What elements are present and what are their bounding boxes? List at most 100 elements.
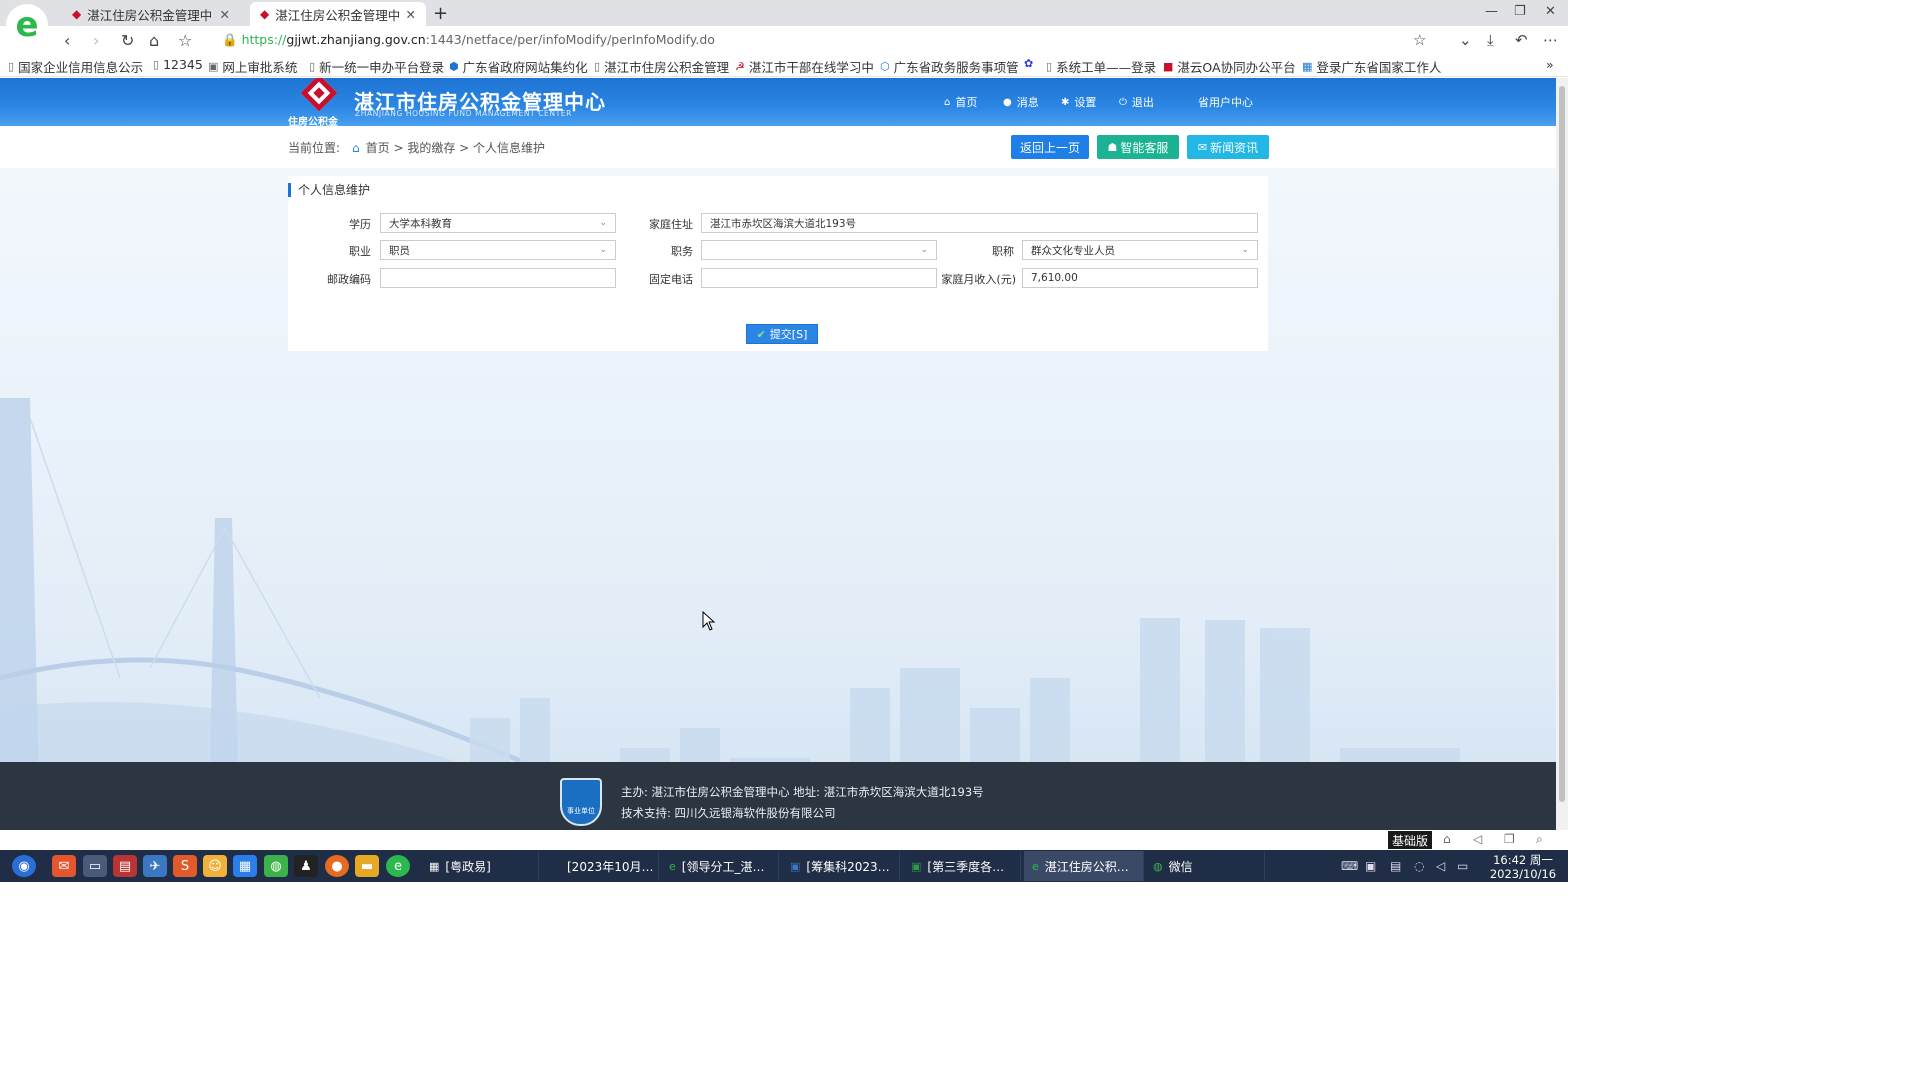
shield-icon[interactable]: ⌂	[1443, 832, 1451, 846]
close-tab-icon[interactable]: ✕	[220, 7, 230, 22]
position-select[interactable]: ⌄	[701, 240, 937, 260]
window-icon[interactable]: ❐	[1504, 832, 1515, 846]
app-icon-mail[interactable]: ✉	[52, 855, 76, 877]
restore-icon[interactable]: ❐	[1514, 4, 1526, 19]
bookmark-item[interactable]: ▦ 登录广东省国家工作人	[1302, 57, 1441, 76]
url-host: gjjwt.zhanjiang.gov.cn	[286, 32, 426, 47]
nav-home[interactable]: ⌂ 首页	[944, 94, 977, 110]
menu-icon[interactable]: ⋯	[1543, 31, 1558, 49]
taskbar-task[interactable]: ◍ 微信	[1145, 851, 1265, 881]
bookmark-item[interactable]: ▣ 网上审批系统	[208, 57, 297, 76]
url-path: :1443/netface/per/infoModify/perInfoModi…	[425, 32, 715, 47]
url-field[interactable]: 🔒 https://gjjwt.zhanjiang.gov.cn:1443/net…	[222, 32, 715, 48]
browser-logo-icon[interactable]: e	[6, 4, 48, 46]
close-tab-icon[interactable]: ✕	[406, 7, 416, 22]
button-label: 新闻资讯	[1210, 140, 1259, 155]
phone-input[interactable]	[701, 268, 937, 288]
word-doc-icon: ▣	[790, 859, 801, 873]
breadcrumb-path[interactable]: 首页 > 我的缴存 > 个人信息维护	[366, 139, 545, 156]
user-icon: ☗	[1107, 140, 1118, 154]
new-tab-button[interactable]: +	[433, 3, 448, 24]
wechat-icon[interactable]: ◍	[264, 855, 288, 877]
bookmark-item[interactable]: ▯ 12345	[153, 57, 203, 72]
site-logo[interactable]: 住房公积金	[288, 78, 350, 128]
nav-settings[interactable]: ✱ 设置	[1061, 94, 1096, 110]
occupation-select[interactable]: 职员 ⌄	[380, 240, 616, 260]
title-rank-select[interactable]: 群众文化专业人员 ⌄	[1022, 240, 1258, 260]
home-icon[interactable]: ⌂	[352, 141, 360, 155]
bookmark-item[interactable]: ⬡ 广东省政务服务事项管	[880, 57, 1019, 76]
app-icon-grid[interactable]: ▦	[233, 855, 257, 877]
folder-icon[interactable]: ▬	[355, 855, 379, 877]
app-icon-person[interactable]: ☺	[203, 855, 227, 877]
taskbar-task[interactable]: ▦ [粤政易]	[421, 851, 539, 881]
public-institution-emblem[interactable]: 事业单位	[560, 778, 602, 826]
taskbar-task[interactable]: [2023年10月…	[541, 851, 659, 881]
nav-messages[interactable]: ● 消息	[1003, 94, 1039, 110]
url-scheme: https://	[241, 32, 287, 47]
browser-tab[interactable]: ◆ 湛江住房公积金管理中 ✕	[62, 2, 240, 26]
bookmark-item[interactable]: ■ 湛云OA协同办公平台	[1163, 57, 1296, 76]
keyboard-icon[interactable]: ⌨	[1341, 859, 1358, 873]
bookmark-item[interactable]: ▯ 国家企业信用信息公示	[8, 57, 143, 76]
bookmark-item[interactable]: ☭ 湛江市干部在线学习中	[735, 57, 874, 76]
firefox-icon[interactable]: ●	[325, 855, 349, 877]
home-icon[interactable]: ⌂	[149, 31, 159, 50]
app-icon-drive[interactable]: ▭	[83, 855, 107, 877]
display-icon[interactable]: ▭	[1457, 859, 1468, 873]
back-button[interactable]: 返回上一页	[1011, 135, 1089, 159]
bookmark-page-icon[interactable]: ☆	[1413, 31, 1426, 49]
volume-muted-icon[interactable]: ◁	[1436, 859, 1445, 873]
bookmark-item[interactable]: ▯ 系统工单——登录	[1046, 57, 1156, 76]
news-button[interactable]: ✉ 新闻资讯	[1187, 135, 1269, 159]
undo-icon[interactable]: ↶	[1515, 31, 1528, 49]
task-label: [2023年10月…	[567, 859, 654, 874]
bookmark-item[interactable]: ▯ 湛江市住房公积金管理	[594, 57, 729, 76]
basic-mode-badge[interactable]: 基础版	[1388, 831, 1433, 849]
occupation-value: 职员	[389, 244, 410, 257]
app-icon-s[interactable]: S	[173, 855, 197, 877]
education-select[interactable]: 大学本科教育 ⌄	[380, 213, 616, 233]
browser-tab-active[interactable]: ◆ 湛江住房公积金管理中 ✕	[250, 2, 426, 26]
chevron-down-icon: ⌄	[1241, 245, 1249, 255]
close-window-icon[interactable]: ✕	[1545, 4, 1556, 19]
network-icon[interactable]: ◌	[1414, 859, 1424, 873]
reload-icon[interactable]: ↻	[121, 31, 134, 50]
favorite-star-icon[interactable]: ☆	[178, 31, 192, 50]
bookmark-item[interactable]: ⬢ 广东省政府网站集约化	[449, 57, 588, 76]
zoom-icon[interactable]: ⌕	[1536, 832, 1543, 847]
app-icon-printer[interactable]: ▤	[113, 855, 137, 877]
nav-label: 消息	[1016, 96, 1039, 109]
taskbar-task-active[interactable]: e 湛江住房公积…	[1024, 851, 1144, 881]
dropdown-icon[interactable]: ⌄	[1459, 31, 1472, 49]
nav-province-user-center[interactable]: 省用户中心	[1198, 94, 1253, 110]
app-icon-plane[interactable]: ✈	[143, 855, 167, 877]
page-scrollbar[interactable]	[1556, 78, 1568, 830]
task-label: 微信	[1168, 859, 1193, 874]
app-tray-icon[interactable]: ▣	[1365, 859, 1376, 873]
address-input[interactable]: 湛江市赤坎区海滨大道北193号	[701, 213, 1258, 233]
scrollbar-thumb[interactable]	[1559, 86, 1565, 802]
taskbar-task[interactable]: ▣ [筹集科2023…	[782, 851, 900, 881]
submit-button[interactable]: ✔ 提交[S]	[746, 324, 818, 344]
browser-e-icon[interactable]: e	[386, 855, 410, 877]
taskbar-task[interactable]: e [领导分工_湛…	[661, 851, 779, 881]
sound-icon[interactable]: ◁	[1473, 832, 1482, 846]
nav-logout[interactable]: ⏻ 退出	[1119, 94, 1154, 110]
bookmark-item[interactable]: ✿	[1024, 57, 1037, 70]
more-bookmarks-icon[interactable]: »	[1546, 57, 1554, 72]
printer-tray-icon[interactable]: ▤	[1390, 859, 1401, 873]
forward-icon[interactable]: ›	[93, 31, 99, 50]
taskbar-task[interactable]: ▣ [第三季度各…	[903, 851, 1021, 881]
system-clock[interactable]: 16:42 周一 2023/10/16	[1478, 853, 1568, 881]
education-label: 学历	[349, 218, 371, 231]
back-icon[interactable]: ‹	[64, 31, 70, 50]
start-icon[interactable]: ◉	[12, 855, 36, 877]
bookmark-item[interactable]: ▯ 新一统一申办平台登录	[309, 57, 444, 76]
income-input[interactable]: 7,610.00	[1022, 268, 1258, 288]
smart-service-button[interactable]: ☗ 智能客服	[1097, 135, 1179, 159]
qq-icon[interactable]: ♟	[294, 855, 318, 877]
postcode-input[interactable]	[380, 268, 616, 288]
download-icon[interactable]: ⤓	[1487, 31, 1494, 49]
minimize-icon[interactable]: —	[1485, 4, 1498, 19]
